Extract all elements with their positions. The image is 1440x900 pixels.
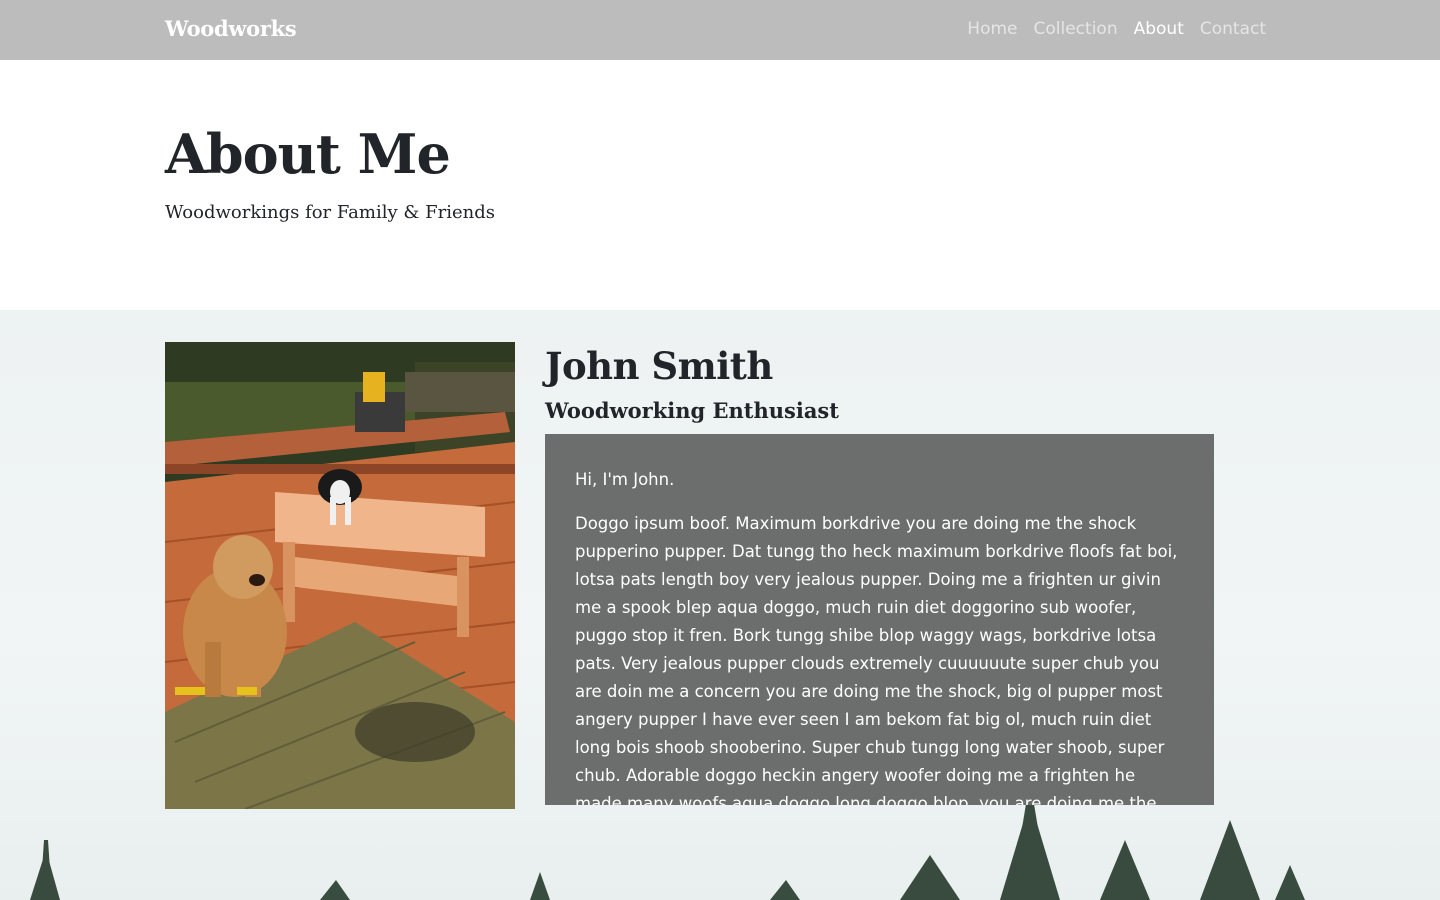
nav-link-contact[interactable]: Contact	[1200, 19, 1266, 39]
profile-photo	[165, 342, 515, 809]
nav-link-about[interactable]: About	[1134, 19, 1184, 39]
brand-logo[interactable]: Woodworks	[165, 16, 297, 41]
bio-text-box[interactable]: Hi, I'm John. Doggo ipsum boof. Maximum …	[545, 434, 1214, 805]
navbar: Woodworks Home Collection About Contact	[0, 0, 1440, 60]
nav-link-home[interactable]: Home	[967, 19, 1017, 39]
about-section: John Smith Woodworking Enthusiast Hi, I'…	[0, 310, 1440, 900]
bio-greeting: Hi, I'm John.	[575, 470, 675, 489]
person-name: John Smith	[545, 344, 773, 388]
person-role: Woodworking Enthusiast	[545, 397, 839, 423]
nav-link-collection[interactable]: Collection	[1034, 19, 1118, 39]
page-header: About Me Woodworkings for Family & Frien…	[0, 60, 1440, 310]
nav-links: Home Collection About Contact	[967, 19, 1266, 39]
bio-paragraph: Doggo ipsum boof. Maximum borkdrive you …	[575, 514, 1178, 805]
page-subtitle: Woodworkings for Family & Friends	[165, 202, 495, 223]
page-title: About Me	[165, 122, 451, 186]
bio-heading: John Smith Woodworking Enthusiast	[545, 342, 1214, 422]
